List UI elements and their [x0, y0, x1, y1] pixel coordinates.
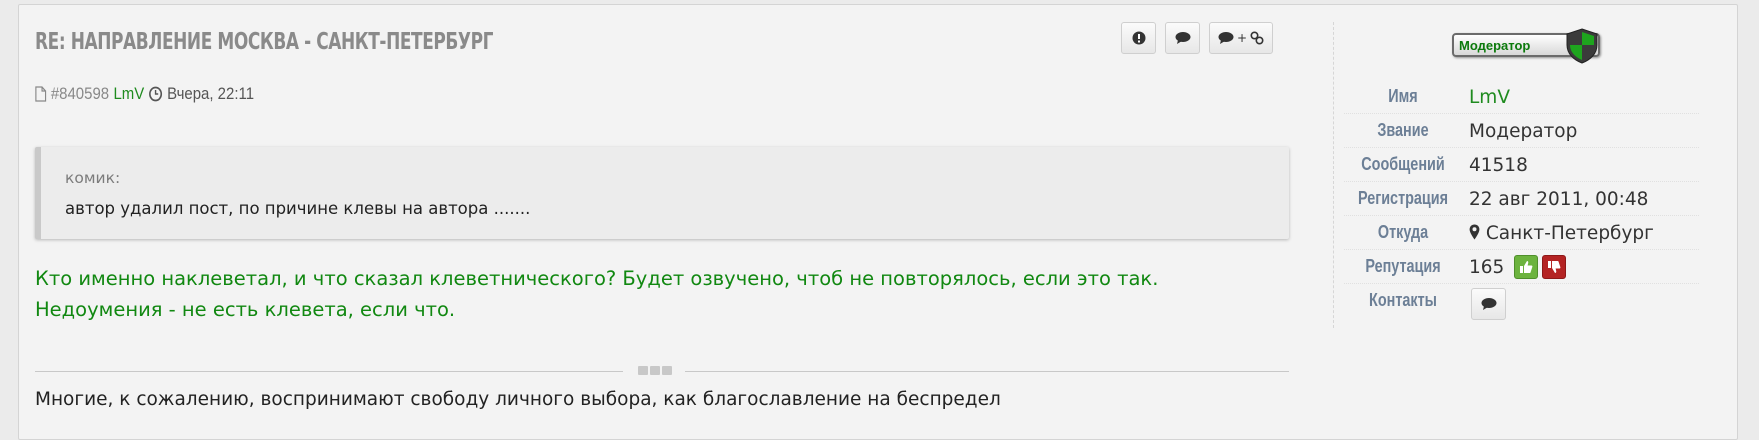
profile-value: 22 авг 2011, 00:48 [1469, 189, 1649, 210]
profile-row-rank: Звание Модератор [1344, 114, 1699, 148]
reputation: 165 [1469, 255, 1567, 279]
rep-down-button[interactable] [1542, 255, 1567, 279]
post-meta: #840598 LmV Вчера, 22:11 [35, 84, 254, 104]
signature-divider [35, 366, 1289, 378]
rank-badge: Модератор [1452, 28, 1602, 64]
quote-text: автор удалил пост, по причине клевы на а… [65, 199, 531, 218]
post-date: Вчера, 22:11 [167, 84, 255, 103]
document-icon [35, 86, 47, 102]
profile-label: Регистрация [1357, 188, 1449, 208]
reputation-value: 165 [1469, 256, 1505, 278]
profile-row-name: Имя LmV [1344, 80, 1699, 114]
multiquote-button[interactable]: + [1209, 22, 1274, 54]
post-title[interactable]: RE: НАПРАВЛЕНИЕ МОСКВА - САНКТ-ПЕТЕРБУРГ [35, 29, 493, 55]
message-line: Недоумения - не есть клевета, если что. [35, 298, 456, 321]
signature-text: Многие, к сожалению, воспринимают свобод… [35, 389, 1001, 410]
report-button[interactable] [1121, 22, 1156, 54]
profile-label: Репутация [1365, 256, 1441, 276]
profile-label: Откуда [1377, 222, 1429, 242]
author-profile: Модератор Имя LmV Звание Модератор Сообщ… [1333, 22, 1723, 328]
speech-bubble-icon [1481, 298, 1496, 310]
post-tools: + [1121, 22, 1274, 54]
post-number[interactable]: #840598 [51, 84, 109, 104]
profile-label: Сообщений [1361, 154, 1445, 174]
rep-up-button[interactable] [1514, 255, 1539, 279]
reply-button[interactable] [1165, 22, 1200, 54]
profile-value: Модератор [1469, 121, 1578, 142]
clock-icon [149, 86, 163, 102]
post-message: Кто именно наклеветал, и что сказал клев… [35, 263, 1325, 325]
speech-bubble-icon [1218, 32, 1234, 44]
quote-author: комик: [65, 169, 121, 187]
forum-post: RE: НАПРАВЛЕНИЕ МОСКВА - САНКТ-ПЕТЕРБУРГ [18, 4, 1738, 440]
shield-icon [1566, 28, 1598, 64]
exclamation-icon [1132, 31, 1145, 45]
profile-row-location: Откуда Санкт-Петербург [1344, 216, 1699, 250]
post-body: RE: НАПРАВЛЕНИЕ МОСКВА - САНКТ-ПЕТЕРБУРГ [19, 5, 1349, 439]
post-author-link[interactable]: LmV [113, 84, 144, 104]
profile-value: 41518 [1469, 155, 1528, 176]
profile-label: Звание [1377, 120, 1429, 140]
link-icon [1250, 31, 1264, 45]
profile-row-posts: Сообщений 41518 [1344, 148, 1699, 182]
thumbs-down-icon [1548, 261, 1561, 273]
rank-badge-label: Модератор [1459, 38, 1531, 53]
profile-location: Санкт-Петербург [1469, 223, 1654, 244]
profile-row-reputation: Репутация 165 [1344, 250, 1699, 284]
thumbs-up-icon [1520, 261, 1533, 273]
map-pin-icon [1469, 224, 1480, 240]
message-line: Кто именно наклеветал, и что сказал клев… [35, 267, 1159, 290]
profile-name-link[interactable]: LmV [1469, 87, 1510, 108]
profile-row-contacts: Контакты [1344, 284, 1699, 320]
quote-block: комик: автор удалил пост, по причине кле… [35, 147, 1289, 239]
multiquote-plus: + [1237, 31, 1248, 45]
profile-label: Имя [1388, 86, 1418, 106]
profile-value: Санкт-Петербург [1485, 223, 1654, 244]
speech-bubble-icon [1175, 32, 1190, 44]
profile-row-registration: Регистрация 22 авг 2011, 00:48 [1344, 182, 1699, 216]
profile-label: Контакты [1369, 290, 1437, 310]
contact-button[interactable] [1471, 288, 1506, 320]
